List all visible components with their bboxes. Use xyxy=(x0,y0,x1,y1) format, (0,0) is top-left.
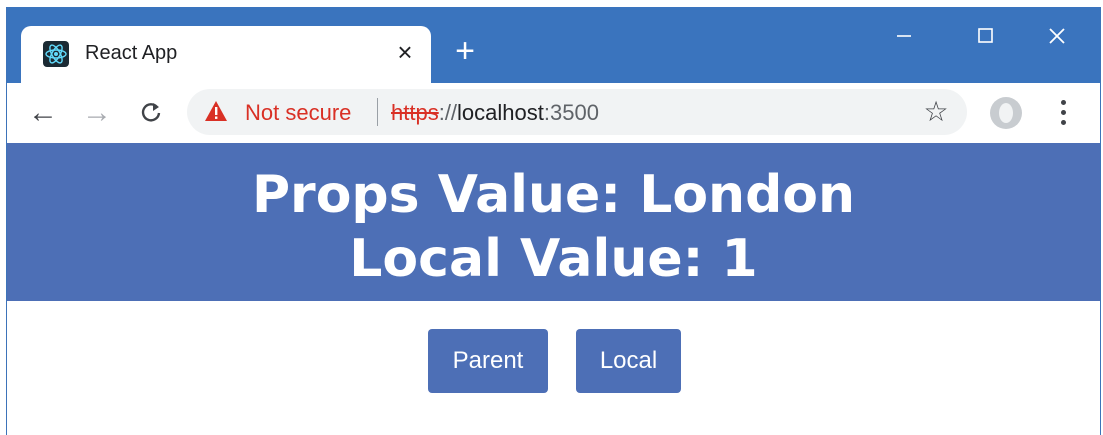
back-icon[interactable]: ← xyxy=(27,97,59,129)
tab-react-app[interactable]: React App × xyxy=(21,26,431,83)
parent-button[interactable]: Parent xyxy=(428,329,548,393)
local-value-heading: Local Value: 1 xyxy=(349,229,758,289)
warning-icon xyxy=(204,100,228,122)
page-content: Props Value: London Local Value: 1 Paren… xyxy=(7,143,1100,435)
profile-avatar-icon[interactable] xyxy=(990,97,1022,129)
forward-icon[interactable]: → xyxy=(81,97,113,129)
url-port: :3500 xyxy=(543,100,599,125)
url-scheme: https xyxy=(391,100,439,125)
security-status[interactable]: Not secure xyxy=(245,100,351,126)
close-icon[interactable] xyxy=(1037,21,1077,51)
browser-toolbar: ← → Not secure https://localhost:3500 ☆ xyxy=(7,83,1100,143)
local-button[interactable]: Local xyxy=(576,329,681,393)
url-separator: :// xyxy=(438,100,458,125)
tab-title: React App xyxy=(85,42,178,64)
props-value-heading: Props Value: London xyxy=(251,165,856,225)
title-bar: React App × + xyxy=(7,7,1100,83)
browser-window: React App × + ← → Not secure https://loc… xyxy=(6,7,1101,435)
menu-dots-icon[interactable] xyxy=(1053,97,1073,129)
url-text[interactable]: https://localhost:3500 xyxy=(391,100,599,126)
tab-close-icon[interactable]: × xyxy=(391,38,419,66)
new-tab-button[interactable]: + xyxy=(450,34,480,68)
maximize-icon[interactable] xyxy=(965,21,1005,51)
bookmark-star-icon[interactable]: ☆ xyxy=(921,97,951,127)
minimize-icon[interactable] xyxy=(884,21,924,51)
header-banner: Props Value: London Local Value: 1 xyxy=(7,143,1100,301)
react-logo-icon xyxy=(43,41,69,67)
omnibox-divider xyxy=(377,98,378,126)
address-bar[interactable]: Not secure https://localhost:3500 ☆ xyxy=(187,89,967,135)
url-host: localhost xyxy=(457,100,544,125)
reload-icon[interactable] xyxy=(135,97,167,129)
